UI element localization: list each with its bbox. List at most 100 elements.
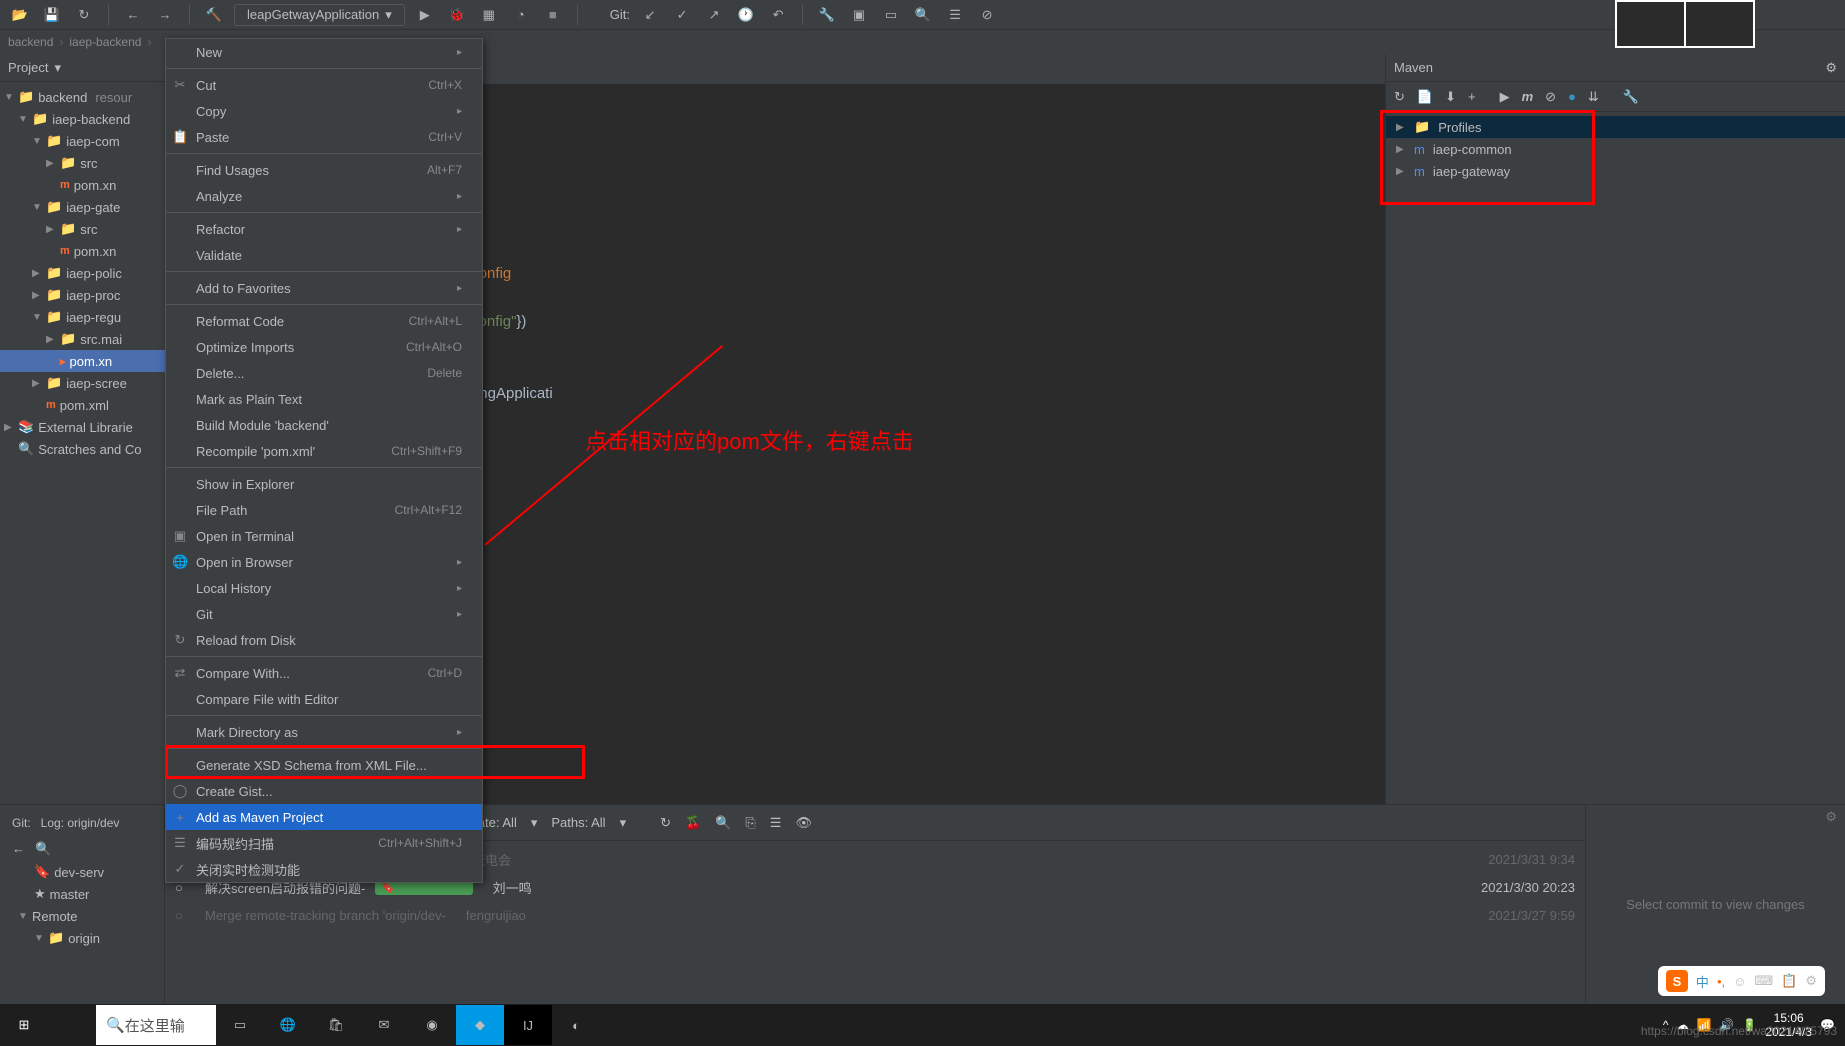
branch-item[interactable]: ★master [4, 883, 160, 905]
tree-item[interactable]: mpom.xml [0, 394, 165, 416]
tree-item[interactable]: ▶📁iaep-polic [0, 262, 165, 284]
menu-item[interactable]: 🌐Open in Browser▸ [166, 549, 482, 575]
refresh-icon[interactable]: ↻ [660, 815, 671, 831]
menu-item[interactable]: Mark Directory as▸ [166, 719, 482, 745]
ime-badge[interactable]: S 中•,☺⌨📋⚙ [1658, 966, 1825, 996]
gear-icon[interactable]: ⚙ [1825, 60, 1837, 76]
tree-item[interactable]: ▶📁src.mai [0, 328, 165, 350]
git-update-icon[interactable]: ↙ [638, 3, 662, 27]
menu-item[interactable]: Analyze▸ [166, 183, 482, 209]
tree-item[interactable]: mpom.xn [0, 174, 165, 196]
coverage-icon[interactable]: ▦ [477, 3, 501, 27]
intellij-icon[interactable]: IJ [504, 1005, 552, 1045]
menu-item[interactable]: Build Module 'backend' [166, 412, 482, 438]
tree-item[interactable]: ▶📚External Librarie [0, 416, 165, 438]
git-push-icon[interactable]: ↗ [702, 3, 726, 27]
maven-tree-item[interactable]: ▶📁Profiles [1386, 116, 1845, 138]
run-icon[interactable]: ▶ [413, 3, 437, 27]
m-icon[interactable]: m [1522, 89, 1534, 104]
menu-item[interactable]: Optimize ImportsCtrl+Alt+O [166, 334, 482, 360]
mail-icon[interactable]: ✉ [360, 1005, 408, 1045]
ide-icon[interactable]: ▣ [847, 3, 871, 27]
open-icon[interactable]: 📂 [8, 3, 32, 27]
tree-item[interactable]: ▶📁src [0, 218, 165, 240]
menu-item[interactable]: 📋PasteCtrl+V [166, 124, 482, 150]
menu-item[interactable]: Local History▸ [166, 575, 482, 601]
download-icon[interactable]: ⬇ [1445, 89, 1456, 105]
menu-item[interactable]: Add to Favorites▸ [166, 275, 482, 301]
app-icon[interactable]: ◆ [456, 1005, 504, 1045]
tree-item[interactable]: ▼📁iaep-gate [0, 196, 165, 218]
menu-item[interactable]: ▣Open in Terminal [166, 523, 482, 549]
debug-icon[interactable]: 🐞 [445, 3, 469, 27]
breadcrumb-item[interactable]: iaep-backend [69, 35, 141, 49]
tree-item[interactable]: ▶📁iaep-proc [0, 284, 165, 306]
filter-paths[interactable]: Paths: All [551, 815, 605, 830]
menu-item[interactable]: New▸ [166, 39, 482, 65]
breadcrumb-item[interactable]: backend [8, 35, 53, 49]
menu-item[interactable]: Git▸ [166, 601, 482, 627]
eye-icon[interactable]: 👁 [795, 815, 812, 831]
menu-item[interactable]: Generate XSD Schema from XML File... [166, 752, 482, 778]
menu-item[interactable]: ✂CutCtrl+X [166, 72, 482, 98]
menu-item[interactable]: +Add as Maven Project [166, 804, 482, 830]
taskbar-search[interactable]: 🔍 在这里输 [96, 1005, 216, 1045]
generate-icon[interactable]: 📄 [1417, 89, 1433, 105]
save-icon[interactable]: 💾 [40, 3, 64, 27]
git-revert-icon[interactable]: ↶ [766, 3, 790, 27]
tree-item[interactable]: ▼📁backendresour [0, 86, 165, 108]
gear-icon[interactable]: ⚙ [1825, 809, 1837, 825]
commit-row[interactable]: ○Merge remote-tracking branch 'origin/de… [165, 901, 1585, 929]
cherry-pick-icon[interactable]: 🍒 [685, 815, 701, 831]
menu-item[interactable]: ↻Reload from Disk [166, 627, 482, 653]
branch-item[interactable]: 🔖dev-serv [4, 861, 160, 883]
store-icon[interactable]: 🛍 [312, 1005, 360, 1045]
list-icon[interactable]: ☰ [770, 815, 782, 831]
tree-item[interactable]: ▸pom.xn [0, 350, 165, 372]
back-icon[interactable]: ← [121, 3, 145, 27]
app2-icon[interactable]: ◐ [552, 1005, 600, 1045]
tree-item[interactable]: ▼📁iaep-com [0, 130, 165, 152]
menu-item[interactable]: ✓关闭实时检测功能 [166, 856, 482, 882]
run-maven-icon[interactable]: ▶ [1500, 89, 1510, 105]
menu-item[interactable]: Recompile 'pom.xml'Ctrl+Shift+F9 [166, 438, 482, 464]
menu-item[interactable]: Show in Explorer [166, 471, 482, 497]
window-thumbnails[interactable] [1615, 0, 1755, 48]
menu-item[interactable]: Mark as Plain Text [166, 386, 482, 412]
maven-tree-item[interactable]: ▶miaep-gateway [1386, 160, 1845, 182]
wrench-icon[interactable]: 🔧 [815, 3, 839, 27]
git-history-icon[interactable]: 🕐 [734, 3, 758, 27]
project-header[interactable]: Project ▾ [0, 54, 165, 82]
edge-icon[interactable]: 🌐 [264, 1005, 312, 1045]
menu-item[interactable]: ⇄Compare With...Ctrl+D [166, 660, 482, 686]
tree-item[interactable]: ▼📁iaep-regu [0, 306, 165, 328]
task-view-icon[interactable]: ▭ [216, 1005, 264, 1045]
menu-item[interactable]: Delete...Delete [166, 360, 482, 386]
menu-item[interactable]: Validate [166, 242, 482, 268]
wrench-icon[interactable]: 🔧 [1623, 89, 1639, 105]
search-icon[interactable]: 🔍 [911, 3, 935, 27]
menu-item[interactable]: ◯Create Gist... [166, 778, 482, 804]
tree-item[interactable]: ▶📁src [0, 152, 165, 174]
maven-tree-item[interactable]: ▶miaep-common [1386, 138, 1845, 160]
tree-item[interactable]: ▶📁iaep-scree [0, 372, 165, 394]
menu-item[interactable]: Compare File with Editor [166, 686, 482, 712]
refresh-icon[interactable]: ↻ [72, 3, 96, 27]
menu-item[interactable]: Refactor▸ [166, 216, 482, 242]
toggle-icon[interactable]: ● [1568, 89, 1576, 104]
menu-item[interactable]: Find UsagesAlt+F7 [166, 157, 482, 183]
tree-item[interactable]: ▼📁iaep-backend [0, 108, 165, 130]
start-icon[interactable]: ⊞ [0, 1005, 48, 1045]
ban-icon[interactable]: ⊘ [975, 3, 999, 27]
goto-icon[interactable]: ⎘ [745, 815, 755, 831]
menu-item[interactable]: File PathCtrl+Alt+F12 [166, 497, 482, 523]
menu-item[interactable]: Reformat CodeCtrl+Alt+L [166, 308, 482, 334]
remote-item[interactable]: ▼Remote [4, 905, 160, 927]
window-icon[interactable]: ▭ [879, 3, 903, 27]
search-icon[interactable]: 🔍 [715, 815, 731, 831]
tree-item[interactable]: 🔍Scratches and Co [0, 438, 165, 460]
collapse-icon[interactable]: ⇊ [1588, 89, 1599, 105]
git-commit-icon[interactable]: ✓ [670, 3, 694, 27]
search-icon[interactable]: 🔍 [35, 841, 51, 857]
reload-icon[interactable]: ↻ [1394, 89, 1405, 105]
